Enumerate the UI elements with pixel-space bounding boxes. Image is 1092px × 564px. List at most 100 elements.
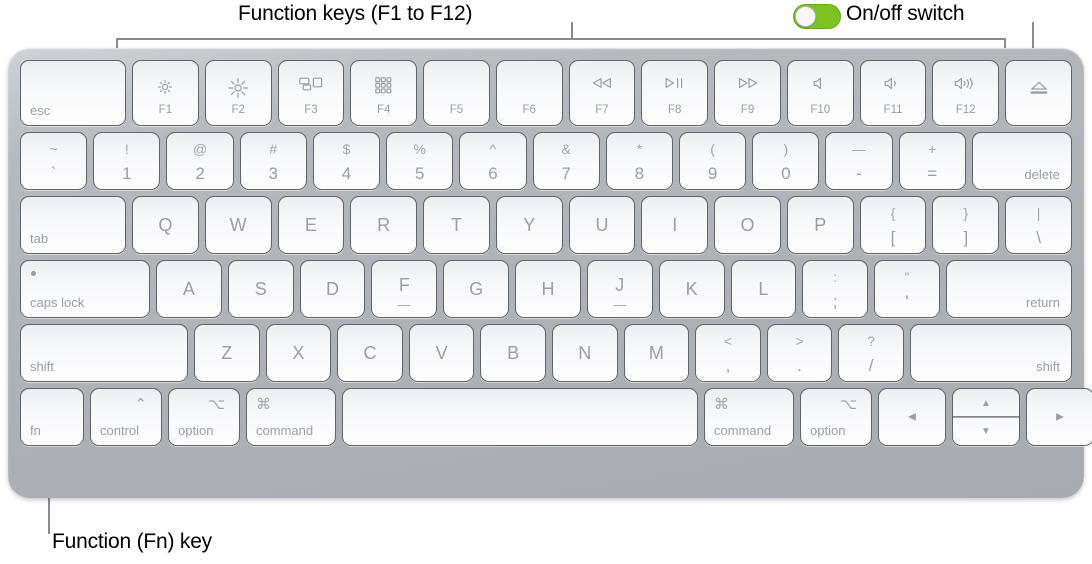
key-modifier-glyph: ⌘: [256, 396, 271, 413]
key-f7[interactable]: F7: [568, 60, 636, 126]
key-p[interactable]: P: [786, 196, 854, 254]
key-a[interactable]: A: [156, 260, 222, 318]
key-equal[interactable]: + =: [898, 132, 966, 190]
key-f4[interactable]: F4: [350, 60, 418, 126]
key-arrow-up-down[interactable]: ▲ ▼: [952, 388, 1020, 446]
shift-key-row: shift Z X C V B N M <, >.? / shift: [20, 324, 1072, 382]
key-9[interactable]: (9: [678, 132, 747, 190]
key-space[interactable]: [342, 388, 698, 446]
key-arrow-left[interactable]: ◀: [878, 388, 946, 446]
key-tab[interactable]: tab: [20, 196, 126, 254]
key-fn[interactable]: fn: [20, 388, 84, 446]
key-l[interactable]: L: [730, 260, 797, 318]
key-e[interactable]: E: [277, 196, 345, 254]
key-y[interactable]: Y: [495, 196, 563, 254]
key-base-legend: .: [797, 356, 802, 375]
key-base-legend: 7: [561, 164, 571, 183]
key-backtick[interactable]: ~ `: [20, 132, 88, 190]
key-letter: F: [398, 274, 410, 295]
key-period[interactable]: >.: [766, 324, 833, 382]
key-z[interactable]: Z: [194, 324, 260, 382]
key-delete[interactable]: delete: [971, 132, 1072, 190]
key-f1[interactable]: F1: [132, 60, 199, 126]
brightness-down-icon: [133, 77, 198, 97]
key-command-right[interactable]: ⌘ command: [704, 388, 794, 446]
key-caps-lock[interactable]: caps lock: [20, 260, 150, 318]
key-f2[interactable]: F2: [204, 60, 272, 126]
key-1[interactable]: ! 1: [93, 132, 161, 190]
key-w[interactable]: W: [204, 196, 272, 254]
key-t[interactable]: T: [423, 196, 490, 254]
key-m[interactable]: M: [623, 324, 690, 382]
key-g[interactable]: G: [443, 260, 510, 318]
key-n[interactable]: N: [551, 324, 618, 382]
key-h[interactable]: H: [515, 260, 581, 318]
key-f9[interactable]: F9: [714, 60, 781, 126]
key-base-legend: /: [868, 356, 874, 375]
key-i[interactable]: I: [641, 196, 709, 254]
key-f12[interactable]: F12: [932, 60, 1000, 126]
key-eject[interactable]: [1005, 60, 1072, 126]
key-3[interactable]: #3: [239, 132, 307, 190]
key-slash[interactable]: ? /: [838, 324, 904, 382]
key-modifier-glyph: ⌥: [839, 396, 857, 413]
key-8[interactable]: * 8: [605, 132, 673, 190]
key-f10[interactable]: F10: [786, 60, 854, 126]
key-r[interactable]: R: [350, 196, 418, 254]
key-minus[interactable]: — -: [825, 132, 893, 190]
key-command-left[interactable]: ⌘ command: [246, 388, 336, 446]
key-f6[interactable]: F6: [495, 60, 563, 126]
key-j[interactable]: J: [586, 260, 653, 318]
key-q[interactable]: Q: [132, 196, 199, 254]
key-f8[interactable]: F8: [641, 60, 709, 126]
key-letter: D: [326, 279, 340, 299]
key-6[interactable]: ^ 6: [459, 132, 527, 190]
key-esc[interactable]: esc: [20, 60, 126, 126]
key-shift-legend: *: [636, 141, 643, 157]
key-d[interactable]: D: [299, 260, 366, 318]
key-shift-legend: |: [1036, 205, 1041, 221]
key-fn-label: F3: [304, 104, 318, 116]
key-x[interactable]: X: [265, 324, 332, 382]
key-control[interactable]: ⌃ control: [90, 388, 162, 446]
mission-control-icon: [279, 77, 344, 91]
key-quote[interactable]: " ': [874, 260, 940, 318]
key-base-legend: 3: [268, 164, 278, 183]
key-0[interactable]: ) 0: [752, 132, 820, 190]
on-off-switch-annotation-label: On/off switch: [846, 2, 965, 25]
key-5[interactable]: % 5: [386, 132, 454, 190]
key-option-left[interactable]: ⌥ option: [168, 388, 240, 446]
homing-bar: [397, 304, 411, 306]
key-f[interactable]: F: [371, 260, 438, 318]
key-bracket-right[interactable]: }]: [932, 196, 1000, 254]
key-shift-right[interactable]: shift: [909, 324, 1072, 382]
key-base-legend: -: [856, 164, 862, 183]
key-v[interactable]: V: [408, 324, 475, 382]
key-4[interactable]: $4: [312, 132, 381, 190]
key-u[interactable]: U: [568, 196, 636, 254]
key-2[interactable]: @2: [166, 132, 234, 190]
key-comma[interactable]: <,: [695, 324, 761, 382]
key-semicolon[interactable]: :;: [802, 260, 869, 318]
key-k[interactable]: K: [658, 260, 725, 318]
key-base-legend: 4: [341, 164, 352, 183]
key-c[interactable]: C: [337, 324, 403, 382]
key-backslash[interactable]: | \: [1005, 196, 1072, 254]
keyboard-diagram: Function keys (F1 to F12) On/off switch …: [0, 0, 1092, 564]
key-f11[interactable]: F11: [859, 60, 927, 126]
key-f5[interactable]: F5: [423, 60, 490, 126]
key-o[interactable]: O: [714, 196, 781, 254]
on-off-switch-toggle[interactable]: [793, 4, 841, 29]
key-option-right[interactable]: ⌥ option: [800, 388, 872, 446]
key-b[interactable]: B: [480, 324, 546, 382]
key-7[interactable]: & 7: [532, 132, 600, 190]
key-letter: C: [363, 343, 377, 363]
key-arrow-right[interactable]: ▶: [1026, 388, 1092, 446]
volume-up-icon: [933, 77, 998, 90]
key-s[interactable]: S: [227, 260, 294, 318]
key-bracket-left[interactable]: {[: [859, 196, 927, 254]
key-return[interactable]: return: [945, 260, 1072, 318]
key-shift-left[interactable]: shift: [20, 324, 188, 382]
key-f3[interactable]: F3: [277, 60, 345, 126]
caps-lock-indicator: [31, 271, 36, 276]
